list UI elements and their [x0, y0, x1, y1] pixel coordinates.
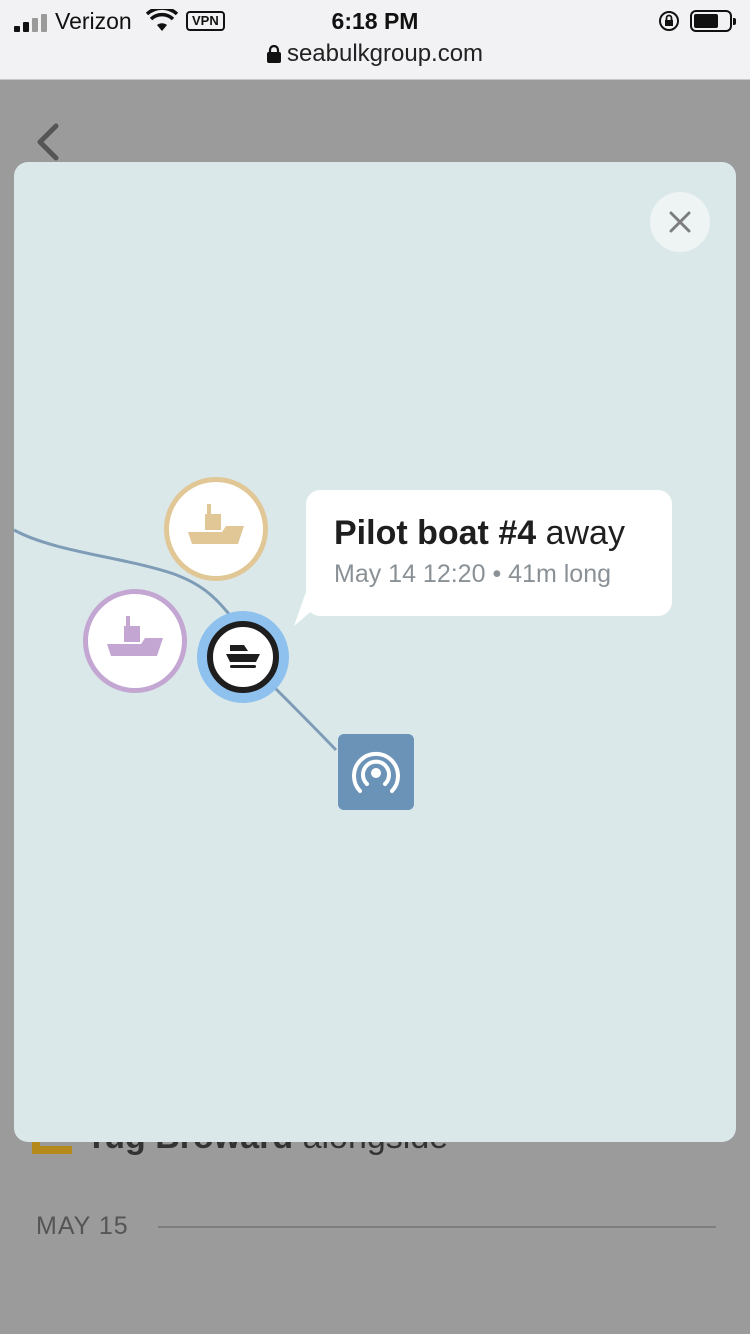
ais-station-marker[interactable] [338, 734, 414, 810]
tugboat-icon [188, 504, 244, 544]
tooltip-date: May 14 12:20 [334, 560, 486, 588]
tugboat-icon [107, 616, 163, 656]
tooltip-separator: • [492, 560, 502, 588]
back-chevron-icon[interactable] [34, 122, 64, 162]
tooltip-duration: 41m long [508, 560, 612, 588]
status-row: Verizon VPN 6:18 PM [0, 6, 750, 36]
tooltip-subtitle: May 14 12:20 • 41m long [334, 560, 611, 589]
rotation-lock-icon [659, 11, 679, 31]
padlock-icon [266, 45, 281, 63]
address-bar[interactable]: seabulkgroup.com [0, 40, 750, 68]
pilot-boat-icon [226, 645, 260, 668]
map-modal: Pilot boat #4 away May 14 12:20 • 41m lo… [14, 162, 736, 1142]
date-divider-label: MAY 15 [36, 1212, 129, 1240]
pilot-boat-marker[interactable] [207, 621, 279, 693]
close-button[interactable] [650, 192, 710, 252]
tooltip-vessel-name: Pilot boat #4 [334, 514, 537, 552]
vessel-tooltip: Pilot boat #4 away May 14 12:20 • 41m lo… [306, 490, 672, 616]
url-text: seabulkgroup.com [286, 40, 484, 67]
broadcast-signal-icon [352, 751, 400, 793]
tug-vessel-marker-tan[interactable] [164, 477, 268, 581]
clock: 6:18 PM [331, 8, 419, 34]
tooltip-status: away [545, 514, 625, 552]
tug-vessel-marker-purple[interactable] [83, 589, 187, 693]
date-divider-line [158, 1226, 716, 1228]
tooltip-title: Pilot boat #4 away [334, 514, 625, 553]
battery-icon [690, 10, 736, 32]
browser-status-bar: Verizon VPN 6:18 PM seabulkgroup.com [0, 0, 750, 80]
close-icon [669, 211, 691, 233]
